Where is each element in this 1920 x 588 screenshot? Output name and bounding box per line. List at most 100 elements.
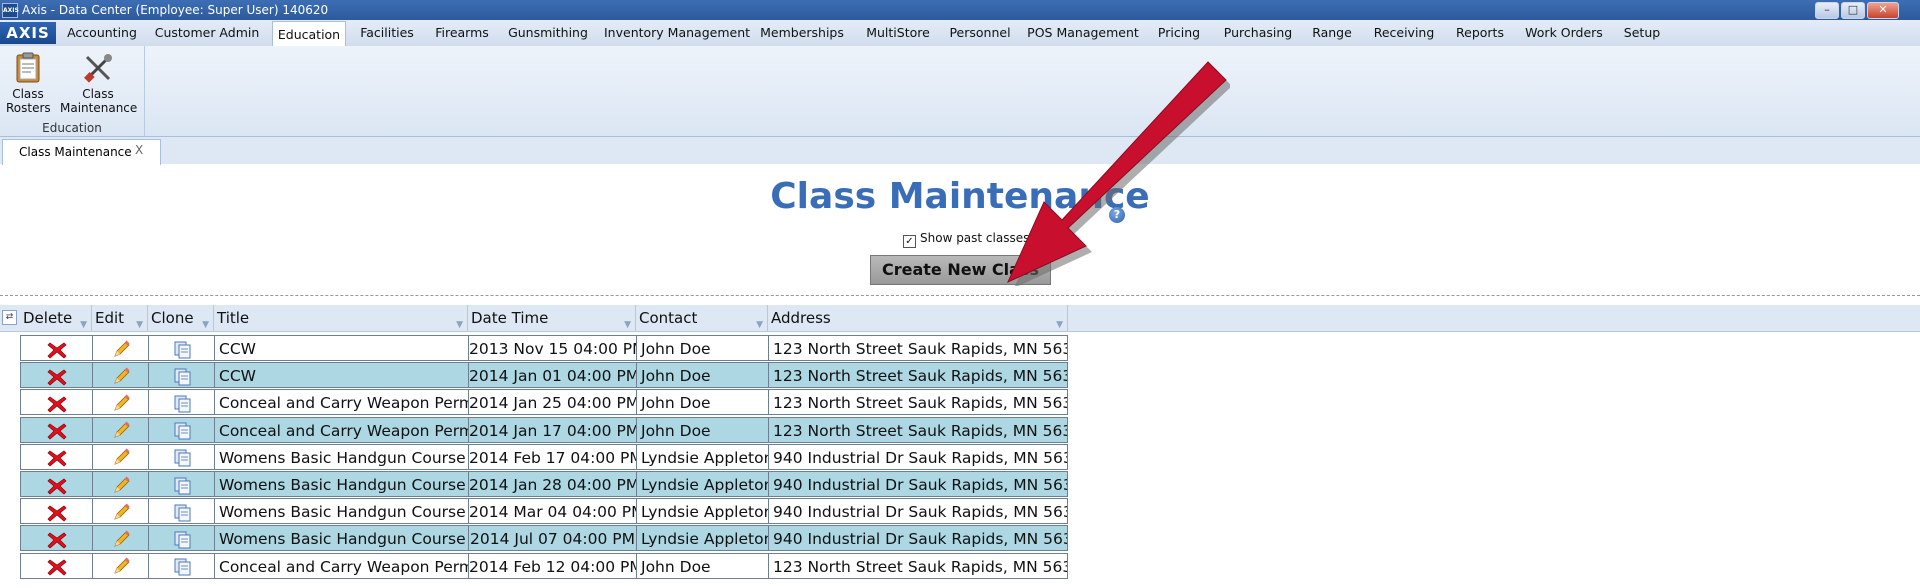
cell-address: 940 Industrial Dr Sauk Rapids, MN 56387: [773, 503, 1067, 522]
delete-x-button[interactable]: [21, 526, 93, 551]
col-header-delete[interactable]: Delete ▼: [20, 305, 92, 331]
delete-x-button[interactable]: [21, 553, 93, 578]
menu-reports[interactable]: Reports: [1454, 20, 1506, 46]
edit-pencil-icon: [113, 530, 130, 547]
clone-icon: [174, 449, 190, 467]
menu-pricing[interactable]: Pricing: [1154, 20, 1204, 46]
delete-x-button[interactable]: [21, 336, 93, 360]
delete-x-button[interactable]: [21, 444, 93, 469]
edit-pencil-icon: [113, 557, 130, 574]
menu-personnel[interactable]: Personnel: [948, 20, 1012, 46]
column-chooser-icon[interactable]: ⇄: [2, 310, 17, 325]
delete-x-button[interactable]: [21, 363, 93, 388]
col-header-address[interactable]: Address ▼: [768, 305, 1068, 331]
col-header-edit[interactable]: Edit ▼: [92, 305, 148, 331]
edit-pencil-button[interactable]: [93, 336, 149, 360]
tab-class-maintenance[interactable]: Class Maintenance X: [2, 139, 161, 165]
table-row[interactable]: CCW 2013 Nov 15 04:00 PM John Doe 123 North…: [20, 335, 1068, 361]
cell-title: CCW: [215, 363, 469, 388]
cell-title: Womens Basic Handgun Course: [215, 444, 469, 469]
cell-title: Womens Basic Handgun Course: [215, 472, 469, 496]
edit-pencil-button[interactable]: [93, 417, 149, 442]
menu-facilities[interactable]: Facilities: [354, 20, 420, 46]
clone-button[interactable]: [149, 526, 215, 551]
menu-range[interactable]: Range: [1310, 20, 1354, 46]
cell-address: 123 North Street Sauk Rapids, MN 56377: [773, 421, 1067, 440]
menu-customer-admin[interactable]: Customer Admin: [152, 20, 262, 46]
menu-memberships[interactable]: Memberships: [756, 20, 848, 46]
delete-x-button[interactable]: [21, 390, 93, 415]
table-row[interactable]: Conceal and Carry Weapon Permit 2014 Feb …: [20, 552, 1068, 579]
clone-button[interactable]: [149, 499, 215, 524]
ribbon-group-label: Education: [42, 121, 102, 135]
clone-button[interactable]: [149, 363, 215, 388]
edit-pencil-icon: [113, 367, 130, 384]
close-window-button[interactable]: ✕: [1867, 2, 1899, 19]
col-edit-label: Edit: [95, 309, 125, 327]
table-row[interactable]: Womens Basic Handgun Course 2014 Mar 04 0…: [20, 498, 1068, 525]
tab-close-button[interactable]: X: [135, 138, 143, 163]
annotation-arrow: [1006, 61, 1230, 286]
page-title: Class Maintenance: [770, 176, 1150, 217]
col-header-contact[interactable]: Contact ▼: [636, 305, 768, 331]
delete-x-icon: [46, 450, 67, 467]
minimize-button[interactable]: –: [1815, 2, 1839, 19]
clone-button[interactable]: [149, 390, 215, 415]
col-title-label: Title: [217, 309, 250, 327]
table-row[interactable]: Womens Basic Handgun Course 2014 Jan 28 0…: [20, 471, 1068, 497]
ribbon-group-education: Class Rosters Class Maintenance Educatio…: [0, 46, 145, 136]
window-title: Axis - Data Center (Employee: Super User…: [22, 3, 329, 17]
table-row[interactable]: Womens Basic Handgun Course 2014 Feb 17 0…: [20, 443, 1068, 470]
clone-button[interactable]: [149, 336, 215, 360]
class-rosters-button[interactable]: Class Rosters: [6, 52, 51, 115]
col-delete-label: Delete: [23, 309, 73, 327]
col-header-clone[interactable]: Clone ▼: [148, 305, 214, 331]
clone-button[interactable]: [149, 472, 215, 496]
edit-pencil-button[interactable]: [93, 472, 149, 496]
delete-x-button[interactable]: [21, 417, 93, 442]
menu-pos-management[interactable]: POS Management: [1026, 20, 1140, 46]
delete-x-button[interactable]: [21, 499, 93, 524]
edit-pencil-button[interactable]: [93, 499, 149, 524]
col-header-datetime[interactable]: Date Time ▼: [468, 305, 636, 331]
edit-pencil-button[interactable]: [93, 390, 149, 415]
clone-icon: [174, 395, 190, 413]
table-row[interactable]: Womens Basic Handgun Course 2014 Jul 07 0…: [20, 525, 1068, 552]
cell-contact: John Doe: [637, 336, 769, 360]
delete-x-button[interactable]: [21, 472, 93, 496]
clone-icon: [174, 341, 190, 358]
cell-address: 940 Industrial Dr Sauk Rapids, MN 56387: [773, 476, 1067, 494]
cell-address: 940 Industrial Dr Sauk Rapids, MN 56387: [773, 448, 1067, 467]
clone-button[interactable]: [149, 417, 215, 442]
show-past-checkbox[interactable]: ✓: [903, 235, 916, 248]
menu-purchasing[interactable]: Purchasing: [1218, 20, 1298, 46]
menu-multistore[interactable]: MultiStore: [860, 20, 936, 46]
table-row[interactable]: Conceal and Carry Weapon Permit 2014 Jan …: [20, 416, 1068, 443]
menu-work-orders[interactable]: Work Orders: [1518, 20, 1610, 46]
maximize-button[interactable]: □: [1841, 2, 1865, 19]
cell-datetime: 2014 Jul 07 04:00 PM: [469, 526, 637, 551]
edit-pencil-button[interactable]: [93, 444, 149, 469]
edit-pencil-icon: [113, 503, 130, 520]
edit-pencil-button[interactable]: [93, 553, 149, 578]
menu-firearms[interactable]: Firearms: [430, 20, 494, 46]
menu-gunsmithing[interactable]: Gunsmithing: [506, 20, 590, 46]
document-tab-strip: Class Maintenance X: [0, 137, 1920, 165]
delete-x-icon: [46, 342, 67, 358]
clone-button[interactable]: [149, 444, 215, 469]
class-maintenance-button[interactable]: Class Maintenance: [60, 52, 137, 115]
menu-setup[interactable]: Setup: [1620, 20, 1664, 46]
table-row[interactable]: Conceal and Carry Weapon Permit 2014 Jan …: [20, 389, 1068, 416]
edit-pencil-button[interactable]: [93, 363, 149, 388]
main-menu-bar: AXIS Accounting Customer Admin Education…: [0, 20, 1920, 48]
cell-datetime: 2014 Jan 01 04:00 PM: [469, 363, 637, 388]
menu-receiving[interactable]: Receiving: [1366, 20, 1442, 46]
table-row[interactable]: CCW 2014 Jan 01 04:00 PM John Doe 123 North…: [20, 362, 1068, 389]
menu-accounting[interactable]: Accounting: [62, 20, 142, 46]
edit-pencil-button[interactable]: [93, 526, 149, 551]
col-header-title[interactable]: Title ▼: [214, 305, 468, 331]
menu-education[interactable]: Education: [272, 21, 346, 48]
menu-inventory-management[interactable]: Inventory Management: [604, 20, 750, 46]
cell-contact: Lyndsie Appleton: [637, 499, 769, 524]
clone-button[interactable]: [149, 553, 215, 578]
